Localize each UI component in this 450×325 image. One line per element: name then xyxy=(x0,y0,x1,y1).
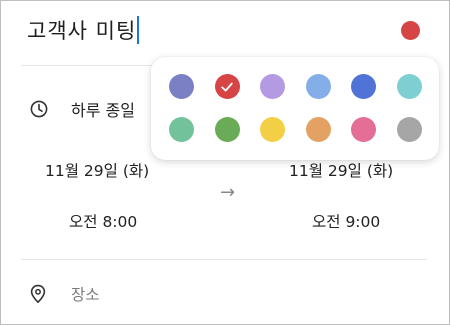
event-editor: 고객사 미팅 하루 종일 11월 29일 (화) 오전 8:00 → 11월 2… xyxy=(0,0,450,325)
color-swatch-light-blue[interactable] xyxy=(305,74,331,99)
color-swatch-lavender-blue[interactable] xyxy=(169,74,194,99)
clock-icon xyxy=(29,99,49,123)
start-date[interactable]: 11월 29일 (화) xyxy=(45,159,149,181)
all-day-label[interactable]: 하루 종일 xyxy=(71,97,135,121)
location-input[interactable]: 장소 xyxy=(71,283,100,305)
color-swatch-orange[interactable] xyxy=(305,117,331,142)
end-date[interactable]: 11월 29일 (화) xyxy=(289,159,393,181)
color-swatch-teal[interactable] xyxy=(396,74,422,99)
color-swatch-pink[interactable] xyxy=(351,117,376,142)
event-title-text: 고객사 미팅 xyxy=(27,19,137,43)
end-time[interactable]: 오전 9:00 xyxy=(312,210,380,232)
divider xyxy=(21,259,427,260)
location-pin-icon xyxy=(29,284,47,308)
checkmark-icon xyxy=(221,82,233,91)
color-swatch-red[interactable] xyxy=(214,74,240,99)
color-swatch-yellow[interactable] xyxy=(260,117,285,142)
color-swatch-gray[interactable] xyxy=(396,117,422,142)
color-swatch-light-purple[interactable] xyxy=(260,74,285,99)
color-picker-popup xyxy=(151,57,439,160)
color-swatch-green[interactable] xyxy=(214,117,240,142)
color-swatch-mint-green[interactable] xyxy=(169,117,194,142)
arrow-right-icon: → xyxy=(220,182,236,203)
event-color-button[interactable] xyxy=(401,21,420,40)
text-caret xyxy=(137,16,140,44)
start-time[interactable]: 오전 8:00 xyxy=(69,210,137,232)
title-row: 고객사 미팅 xyxy=(1,1,449,63)
event-title-input[interactable]: 고객사 미팅 xyxy=(27,15,140,47)
color-swatch-blue[interactable] xyxy=(351,74,376,99)
